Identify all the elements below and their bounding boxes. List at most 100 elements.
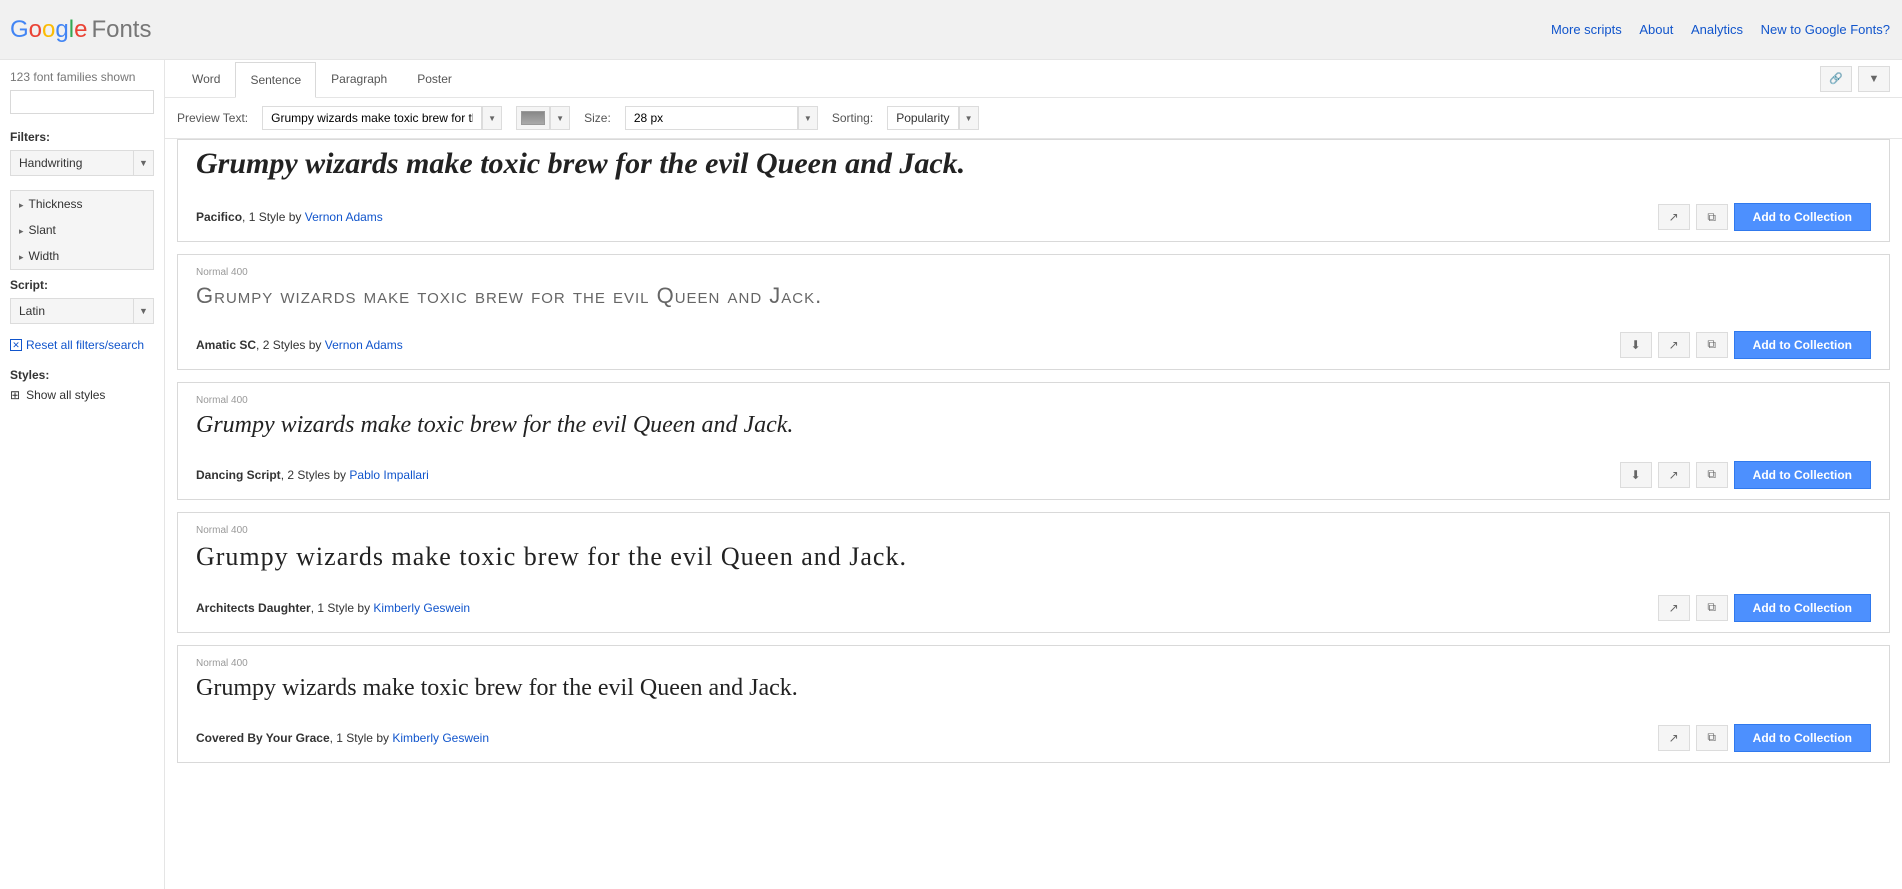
color-picker[interactable]: [516, 106, 550, 130]
compare-icon[interactable]: ⧉: [1696, 462, 1728, 488]
close-icon: ✕: [10, 339, 22, 351]
add-to-collection-button[interactable]: Add to Collection: [1734, 331, 1871, 359]
category-select[interactable]: Handwriting: [10, 150, 134, 176]
tabs: WordSentenceParagraphPoster: [165, 61, 467, 97]
font-name: Covered By Your Grace: [196, 731, 330, 745]
chevron-down-icon[interactable]: ▼: [134, 298, 154, 324]
author-link[interactable]: Pablo Impallari: [349, 468, 428, 482]
author-link[interactable]: Vernon Adams: [305, 210, 383, 224]
sort-label: Sorting:: [832, 111, 873, 125]
font-name: Pacifico: [196, 210, 242, 224]
popout-icon[interactable]: ↗: [1658, 462, 1690, 488]
preview-text-input[interactable]: [262, 106, 482, 130]
font-card: Normal 400 Grumpy wizards make toxic brew…: [177, 512, 1890, 633]
popout-icon[interactable]: ↗: [1658, 204, 1690, 230]
filter-width[interactable]: Width: [11, 243, 153, 269]
tab-word[interactable]: Word: [177, 61, 235, 97]
sort-select[interactable]: Popularity: [887, 106, 958, 130]
font-styles: , 1 Style by: [330, 731, 393, 745]
controls: Preview Text: ▼ ▼ Size: ▼ Sorting: Popul…: [165, 98, 1902, 139]
link-about[interactable]: About: [1639, 22, 1673, 37]
font-meta: Covered By Your Grace, 1 Style by Kimber…: [196, 731, 489, 745]
tab-sentence[interactable]: Sentence: [235, 62, 316, 98]
filters-label: Filters:: [10, 130, 154, 144]
family-count: 123 font families shown: [10, 70, 154, 84]
popout-icon[interactable]: ↗: [1658, 332, 1690, 358]
author-link[interactable]: Vernon Adams: [325, 338, 403, 352]
font-meta: Architects Daughter, 1 Style by Kimberly…: [196, 601, 470, 615]
script-label: Script:: [10, 278, 154, 292]
script-select[interactable]: Latin: [10, 298, 134, 324]
size-input[interactable]: [625, 106, 798, 130]
download-icon[interactable]: ⬇: [1620, 462, 1652, 488]
font-card: Grumpy wizards make toxic brew for the e…: [177, 139, 1890, 242]
font-meta: Dancing Script, 2 Styles by Pablo Impall…: [196, 468, 429, 482]
reset-filters[interactable]: ✕ Reset all filters/search: [10, 338, 154, 352]
font-card: Normal 400 Grumpy wizards make toxic brew…: [177, 254, 1890, 370]
reset-label: Reset all filters/search: [26, 338, 144, 352]
download-icon[interactable]: ▼: [1858, 66, 1890, 92]
weight-label: Normal 400: [196, 525, 1871, 536]
font-meta: Pacifico, 1 Style by Vernon Adams: [196, 210, 383, 224]
add-to-collection-button[interactable]: Add to Collection: [1734, 724, 1871, 752]
header: Google Fonts More scripts About Analytic…: [0, 0, 1902, 60]
add-to-collection-button[interactable]: Add to Collection: [1734, 461, 1871, 489]
add-to-collection-button[interactable]: Add to Collection: [1734, 594, 1871, 622]
font-name: Amatic SC: [196, 338, 256, 352]
filter-slant[interactable]: Slant: [11, 217, 153, 243]
font-sample[interactable]: Grumpy wizards make toxic brew for the e…: [196, 282, 1871, 311]
weight-label: Normal 400: [196, 658, 1871, 669]
search-input[interactable]: [10, 90, 154, 114]
tab-paragraph[interactable]: Paragraph: [316, 61, 402, 97]
font-meta: Amatic SC, 2 Styles by Vernon Adams: [196, 338, 403, 352]
logo-product: Fonts: [91, 16, 151, 44]
compare-icon[interactable]: ⧉: [1696, 725, 1728, 751]
font-styles: , 1 Style by: [311, 601, 374, 615]
font-styles: , 2 Styles by: [281, 468, 350, 482]
chevron-down-icon[interactable]: ▼: [550, 106, 570, 130]
compare-icon[interactable]: ⧉: [1696, 204, 1728, 230]
link-more-scripts[interactable]: More scripts: [1551, 22, 1622, 37]
author-link[interactable]: Kimberly Geswein: [373, 601, 470, 615]
font-sample[interactable]: Grumpy wizards make toxic brew for the e…: [196, 540, 1871, 574]
font-name: Architects Daughter: [196, 601, 311, 615]
header-links: More scripts About Analytics New to Goog…: [1537, 22, 1890, 37]
tab-poster[interactable]: Poster: [402, 61, 467, 97]
weight-label: Normal 400: [196, 267, 1871, 278]
expand-icon: ⊞: [10, 388, 20, 402]
author-link[interactable]: Kimberly Geswein: [392, 731, 489, 745]
font-card: Normal 400 Grumpy wizards make toxic brew…: [177, 382, 1890, 500]
link-icon[interactable]: 🔗: [1820, 66, 1852, 92]
font-list: Grumpy wizards make toxic brew for the e…: [165, 139, 1902, 763]
chevron-down-icon[interactable]: ▼: [134, 150, 154, 176]
show-all-label: Show all styles: [26, 388, 105, 402]
popout-icon[interactable]: ↗: [1658, 595, 1690, 621]
compare-icon[interactable]: ⧉: [1696, 595, 1728, 621]
compare-icon[interactable]: ⧉: [1696, 332, 1728, 358]
sidebar: 123 font families shown Filters: Handwri…: [0, 60, 165, 889]
download-icon[interactable]: ⬇: [1620, 332, 1652, 358]
show-all-styles[interactable]: ⊞ Show all styles: [10, 388, 154, 402]
chevron-down-icon[interactable]: ▼: [959, 106, 979, 130]
main: WordSentenceParagraphPoster 🔗 ▼ Preview …: [165, 60, 1902, 889]
link-new-to[interactable]: New to Google Fonts?: [1761, 22, 1890, 37]
font-card: Normal 400 Grumpy wizards make toxic brew…: [177, 645, 1890, 763]
size-label: Size:: [584, 111, 611, 125]
chevron-down-icon[interactable]: ▼: [798, 106, 818, 130]
weight-label: Normal 400: [196, 395, 1871, 406]
add-to-collection-button[interactable]: Add to Collection: [1734, 203, 1871, 231]
font-sample[interactable]: Grumpy wizards make toxic brew for the e…: [196, 673, 1871, 704]
logo[interactable]: Google Fonts: [10, 16, 151, 44]
chevron-down-icon[interactable]: ▼: [482, 106, 502, 130]
font-name: Dancing Script: [196, 468, 281, 482]
filter-thickness[interactable]: Thickness: [11, 191, 153, 217]
font-sample[interactable]: Grumpy wizards make toxic brew for the e…: [196, 410, 1871, 441]
topbar: WordSentenceParagraphPoster 🔗 ▼: [165, 60, 1902, 98]
filter-group: Thickness Slant Width: [10, 190, 154, 270]
popout-icon[interactable]: ↗: [1658, 725, 1690, 751]
font-styles: , 1 Style by: [242, 210, 305, 224]
preview-text-label: Preview Text:: [177, 111, 248, 125]
font-styles: , 2 Styles by: [256, 338, 325, 352]
link-analytics[interactable]: Analytics: [1691, 22, 1743, 37]
font-sample[interactable]: Grumpy wizards make toxic brew for the e…: [196, 144, 1871, 183]
